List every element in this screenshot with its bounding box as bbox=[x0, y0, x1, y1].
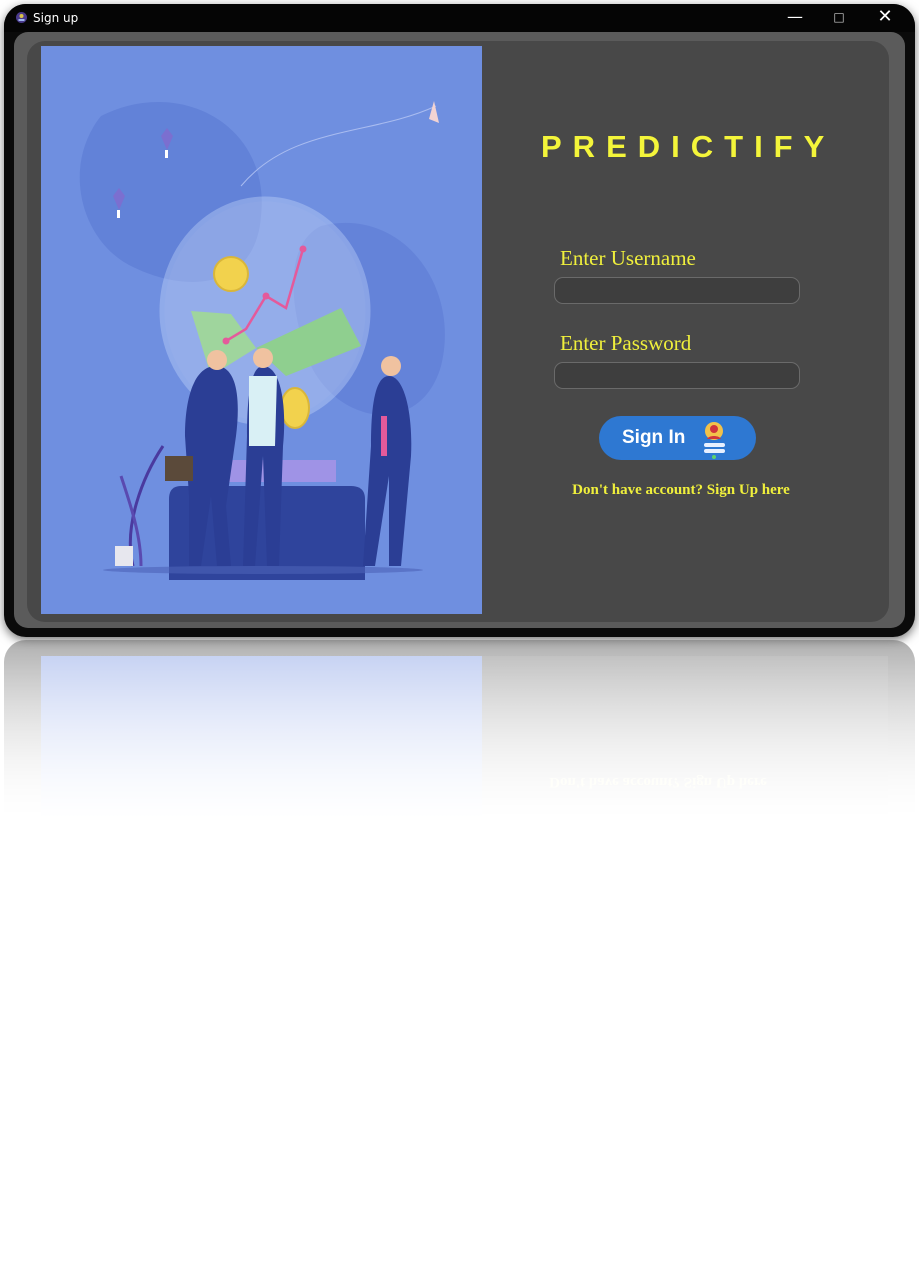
login-card: PREDICTIFY Enter Username Enter Password… bbox=[27, 41, 889, 622]
reflection-illustration bbox=[41, 656, 482, 820]
password-label: Enter Password bbox=[560, 331, 692, 355]
username-label: Enter Username bbox=[560, 246, 696, 270]
password-input[interactable] bbox=[554, 362, 800, 389]
app-icon bbox=[16, 12, 27, 23]
app-brand: PREDICTIFY bbox=[541, 129, 836, 164]
window-title: Sign up bbox=[33, 11, 79, 25]
close-button[interactable]: ✕ bbox=[865, 6, 905, 30]
signin-button[interactable]: Sign In bbox=[599, 416, 756, 460]
title-bar[interactable]: Sign up — □ ✕ bbox=[4, 4, 915, 32]
minimize-button[interactable]: — bbox=[775, 6, 815, 30]
signin-button-label: Sign In bbox=[622, 427, 686, 448]
reflection-signup-text: Don't have account? Sign Up here bbox=[549, 774, 767, 790]
reflection-panel bbox=[482, 656, 888, 820]
finance-illustration bbox=[41, 46, 482, 614]
signup-link[interactable]: Don't have account? Sign Up here bbox=[547, 482, 815, 499]
username-input[interactable] bbox=[554, 277, 800, 304]
window-reflection: Don't have account? Sign Up here bbox=[4, 640, 915, 820]
maximize-button[interactable]: □ bbox=[819, 6, 859, 30]
user-login-icon bbox=[704, 422, 725, 459]
